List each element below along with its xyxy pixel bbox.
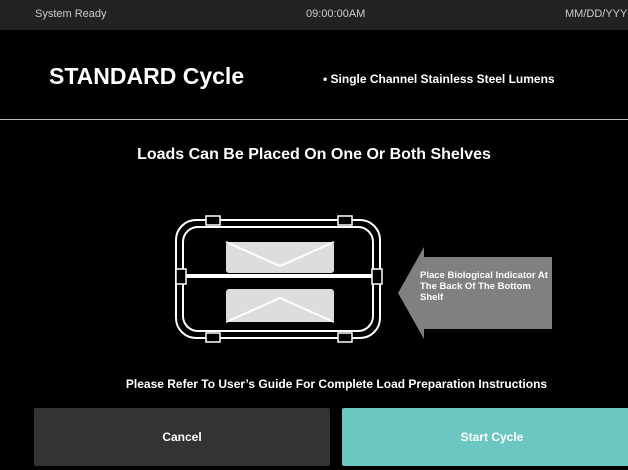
cycle-subtitle: • Single Channel Stainless Steel Lumens	[323, 72, 555, 86]
load-prep-note: Please Refer To User’s Guide For Complet…	[125, 377, 548, 391]
load-instruction: Loads Can Be Placed On One Or Both Shelv…	[137, 146, 491, 163]
status-bar: System Ready 09:00:00AM MM/DD/YYYY	[0, 0, 628, 30]
cycle-title: STANDARD Cycle	[49, 63, 245, 89]
start-cycle-button[interactable]: Start Cycle	[342, 408, 628, 466]
system-status: System Ready	[35, 8, 107, 20]
cancel-button[interactable]: Cancel	[34, 408, 330, 466]
header-divider	[0, 119, 628, 120]
header: STANDARD Cycle • Single Channel Stainles…	[0, 30, 628, 118]
tray-diagram-icon	[175, 215, 383, 343]
date: MM/DD/YYYY	[565, 8, 628, 20]
clock: 09:00:00AM	[306, 8, 366, 20]
biological-indicator-note: Place Biological Indicator At The Back O…	[420, 270, 548, 303]
